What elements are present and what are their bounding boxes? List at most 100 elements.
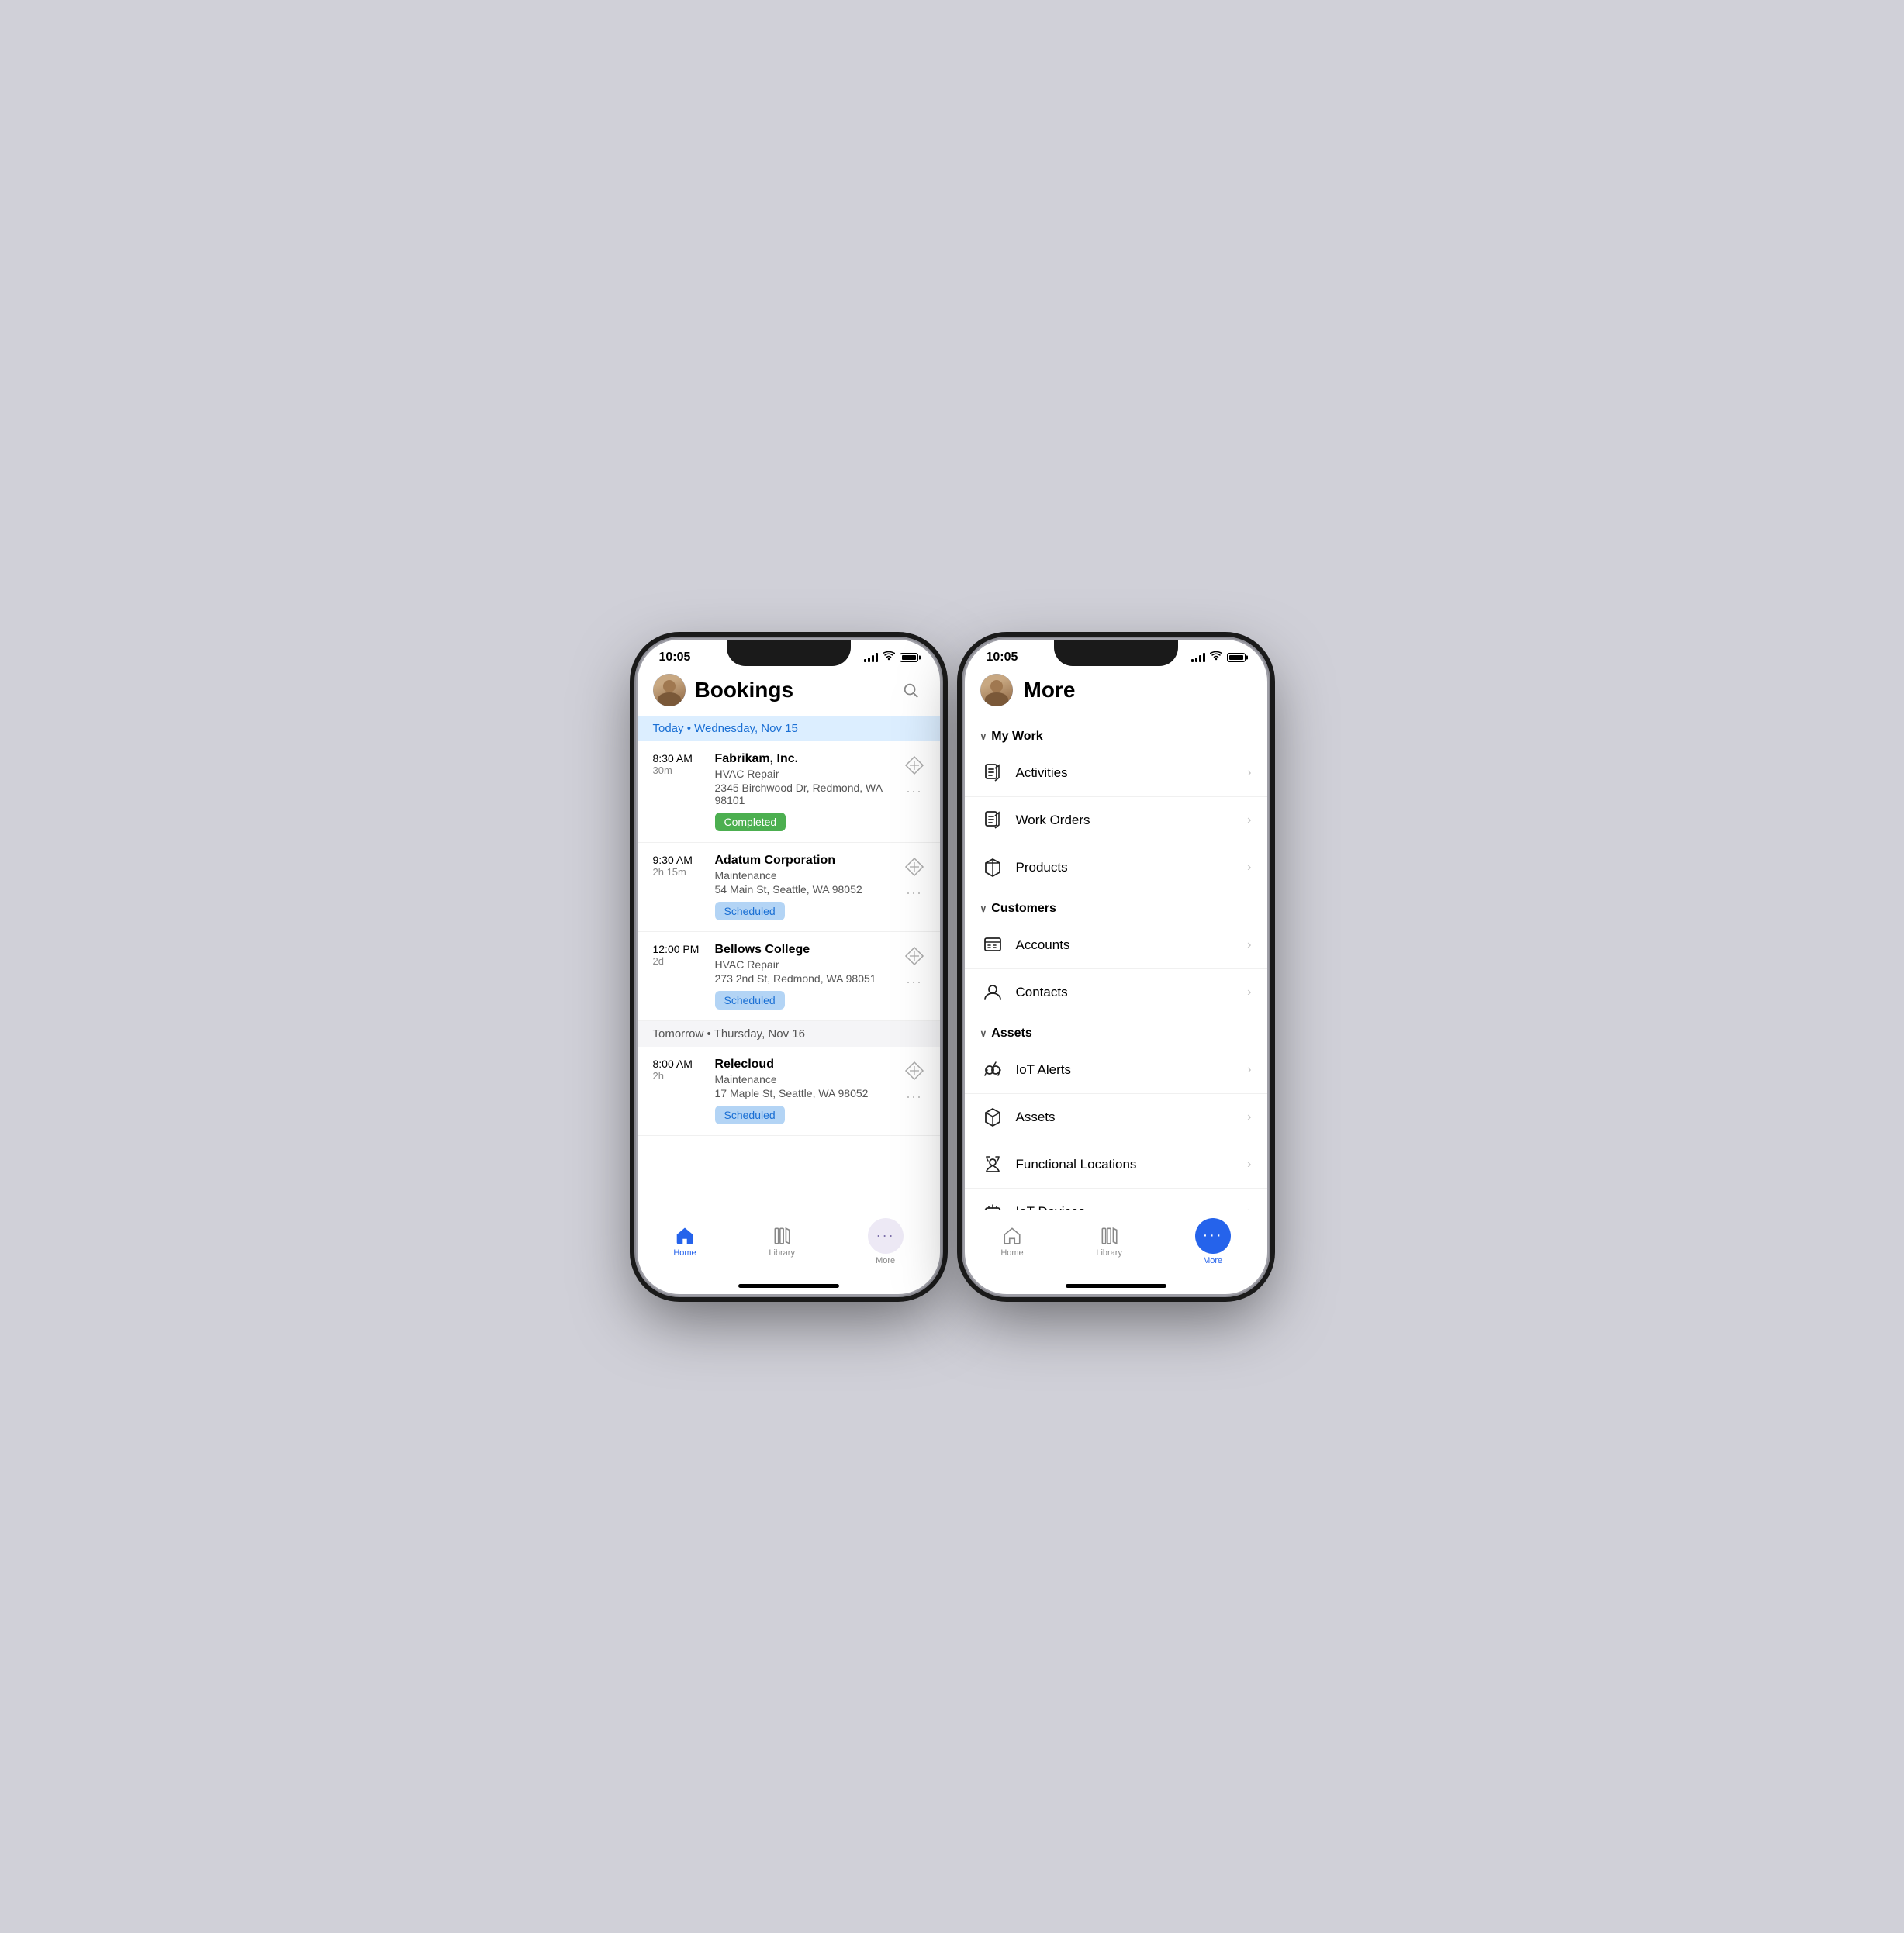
- booking-item[interactable]: 8:00 AM 2h Relecloud Maintenance 17 Mapl…: [638, 1047, 940, 1136]
- activities-chevron: ›: [1247, 766, 1251, 780]
- bottom-nav-right: Home Library ··· More: [965, 1210, 1267, 1281]
- status-icons: [864, 651, 918, 663]
- nav-library[interactable]: Library: [769, 1226, 795, 1258]
- iot-alerts-chevron: ›: [1247, 1063, 1251, 1077]
- menu-item-contacts[interactable]: Contacts ›: [965, 969, 1267, 1016]
- nav-more-right[interactable]: ··· More: [1195, 1218, 1231, 1265]
- navigate-button[interactable]: [904, 946, 924, 966]
- work-orders-icon: [980, 808, 1005, 833]
- navigate-button[interactable]: [904, 755, 924, 775]
- menu-item-iot-devices[interactable]: IoT Devices ›: [965, 1189, 1267, 1210]
- left-phone: 10:05 B: [638, 640, 940, 1294]
- signal-icon: [864, 653, 878, 662]
- nav-more[interactable]: ··· More: [868, 1218, 904, 1265]
- booking-item[interactable]: 9:30 AM 2h 15m Adatum Corporation Mainte…: [638, 843, 940, 932]
- navigate-button[interactable]: [904, 857, 924, 877]
- menu-item-accounts[interactable]: Accounts ›: [965, 922, 1267, 969]
- menu-item-products[interactable]: Products ›: [965, 844, 1267, 891]
- booking-name: Relecloud: [715, 1058, 895, 1072]
- more-button[interactable]: ···: [906, 783, 922, 799]
- booking-time-value: 8:30 AM: [653, 752, 706, 765]
- assets-label: Assets: [991, 1027, 1031, 1041]
- wifi-icon: [883, 651, 895, 663]
- more-button[interactable]: ···: [906, 974, 922, 990]
- nav-library-right[interactable]: Library: [1096, 1226, 1122, 1258]
- page-title: Bookings: [695, 678, 794, 702]
- booking-item[interactable]: 12:00 PM 2d Bellows College HVAC Repair …: [638, 932, 940, 1021]
- booking-time-value: 12:00 PM: [653, 943, 706, 955]
- iot-alerts-icon: [980, 1058, 1005, 1082]
- assets-menu-icon: [980, 1105, 1005, 1130]
- booking-name: Adatum Corporation: [715, 854, 895, 868]
- bottom-nav: Home Library ··· More: [638, 1210, 940, 1281]
- accounts-label: Accounts: [1016, 937, 1237, 953]
- booking-item[interactable]: 8:30 AM 30m Fabrikam, Inc. HVAC Repair 2…: [638, 741, 940, 843]
- more-button[interactable]: ···: [906, 885, 922, 901]
- bookings-screen: Bookings Today • Wednesday, Nov 15 8:30 …: [638, 668, 940, 1294]
- menu-item-activities[interactable]: Activities ›: [965, 750, 1267, 797]
- status-badge: Scheduled: [715, 1106, 785, 1124]
- status-badge: Scheduled: [715, 991, 785, 1010]
- my-work-label: My Work: [991, 730, 1042, 744]
- booking-duration: 2h: [653, 1070, 706, 1082]
- my-work-section: ∨ My Work Activities ›: [965, 719, 1267, 891]
- booking-address: 273 2nd St, Redmond, WA 98051: [715, 972, 895, 985]
- more-button[interactable]: ···: [906, 1089, 922, 1105]
- more-dot-active: ···: [1195, 1218, 1231, 1254]
- chevron-down-icon: ∨: [980, 903, 987, 914]
- home-bar: [1066, 1284, 1166, 1288]
- products-icon: [980, 855, 1005, 880]
- assets-chevron: ›: [1247, 1110, 1251, 1124]
- booking-actions: ···: [904, 943, 924, 990]
- menu-item-assets[interactable]: Assets ›: [965, 1094, 1267, 1141]
- nav-home[interactable]: Home: [673, 1226, 696, 1258]
- wifi-icon: [1210, 651, 1222, 663]
- booking-duration: 2d: [653, 955, 706, 967]
- booking-info: Relecloud Maintenance 17 Maple St, Seatt…: [715, 1058, 895, 1124]
- avatar[interactable]: [980, 674, 1013, 706]
- navigate-button[interactable]: [904, 1061, 924, 1081]
- search-button[interactable]: [897, 676, 924, 704]
- assets-menu-label: Assets: [1016, 1110, 1237, 1125]
- home-bar: [738, 1284, 839, 1288]
- booking-info: Bellows College HVAC Repair 273 2nd St, …: [715, 943, 895, 1010]
- customers-label: Customers: [991, 902, 1056, 916]
- more-list[interactable]: ∨ My Work Activities ›: [965, 719, 1267, 1210]
- products-chevron: ›: [1247, 861, 1251, 875]
- notch: [727, 640, 851, 666]
- functional-locations-label: Functional Locations: [1016, 1157, 1237, 1172]
- menu-item-iot-alerts[interactable]: IoT Alerts ›: [965, 1047, 1267, 1094]
- booking-address: 17 Maple St, Seattle, WA 98052: [715, 1087, 895, 1099]
- work-orders-label: Work Orders: [1016, 813, 1237, 828]
- menu-item-functional-locations[interactable]: Functional Locations ›: [965, 1141, 1267, 1189]
- avatar[interactable]: [653, 674, 686, 706]
- booking-time: 8:30 AM 30m: [653, 752, 706, 776]
- booking-actions: ···: [904, 752, 924, 799]
- booking-type: HVAC Repair: [715, 958, 895, 971]
- more-bubble: ···: [868, 1218, 904, 1254]
- menu-item-work-orders[interactable]: Work Orders ›: [965, 797, 1267, 844]
- nav-home-right-label: Home: [1000, 1248, 1023, 1258]
- battery-icon: [1227, 653, 1246, 662]
- booking-type: HVAC Repair: [715, 768, 895, 780]
- page-title: More: [1024, 678, 1076, 702]
- right-phone: 10:05 More: [965, 640, 1267, 1294]
- nav-library-right-label: Library: [1096, 1248, 1122, 1258]
- bookings-list[interactable]: 8:30 AM 30m Fabrikam, Inc. HVAC Repair 2…: [638, 741, 940, 1210]
- chevron-down-icon: ∨: [980, 731, 987, 742]
- nav-home-right[interactable]: Home: [1000, 1226, 1023, 1258]
- contacts-icon: [980, 980, 1005, 1005]
- booking-time-value: 9:30 AM: [653, 854, 706, 866]
- booking-time: 12:00 PM 2d: [653, 943, 706, 967]
- iot-alerts-label: IoT Alerts: [1016, 1062, 1237, 1078]
- iot-devices-label: IoT Devices: [1016, 1204, 1237, 1210]
- customers-group-label: ∨ Customers: [965, 891, 1267, 922]
- booking-type: Maintenance: [715, 1073, 895, 1086]
- booking-duration: 30m: [653, 765, 706, 776]
- booking-name: Bellows College: [715, 943, 895, 957]
- battery-icon: [900, 653, 918, 662]
- status-badge: Completed: [715, 813, 786, 831]
- signal-icon: [1191, 653, 1205, 662]
- booking-name: Fabrikam, Inc.: [715, 752, 895, 766]
- nav-more-right-label: More: [1203, 1256, 1222, 1265]
